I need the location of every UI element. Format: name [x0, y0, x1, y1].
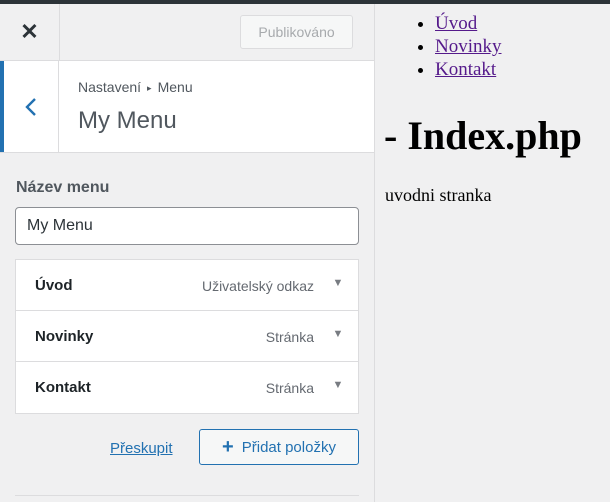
menu-item-type: Stránka	[265, 329, 314, 345]
menu-item-type: Uživatelský odkaz	[201, 278, 314, 294]
customizer-header: ✕ Publikováno	[0, 4, 374, 61]
arrow-down-icon[interactable]: ▼	[332, 328, 344, 340]
reorder-link[interactable]: Přeskupit	[110, 440, 173, 457]
menu-item[interactable]: Úvod Uživatelský odkaz ▼	[16, 260, 358, 311]
breadcrumb-current: Menu	[157, 79, 193, 95]
menu-item[interactable]: Kontakt Stránka ▼	[16, 362, 358, 413]
preview-nav-item: Novinky	[435, 35, 502, 58]
breadcrumb-parent: Nastavení	[78, 79, 142, 95]
menu-item-type: Stránka	[265, 380, 314, 396]
preview-nav-link[interactable]: Úvod	[435, 13, 477, 34]
menu-item-title: Kontakt	[35, 379, 91, 396]
preview-nav-item: Úvod	[435, 12, 502, 35]
arrow-down-icon[interactable]: ▼	[332, 277, 344, 289]
add-items-label: Přidat položky	[241, 438, 336, 456]
publish-button[interactable]: Publikováno	[240, 15, 353, 49]
section-header: Nastavení ▸ Menu My Menu	[0, 61, 374, 153]
customizer-sidebar: ✕ Publikováno Nastavení ▸ Menu My Menu Náz…	[0, 4, 375, 502]
preview-nav: Úvod Novinky Kontakt	[415, 12, 502, 81]
breadcrumb: Nastavení ▸ Menu	[78, 79, 193, 95]
divider	[15, 495, 359, 496]
section-title: My Menu	[78, 107, 177, 134]
menu-item-title: Novinky	[35, 328, 94, 345]
menu-item-title: Úvod	[35, 277, 73, 294]
arrow-down-icon[interactable]: ▼	[332, 379, 344, 391]
preview-nav-link[interactable]: Kontakt	[435, 59, 496, 80]
preview-body-text: uvodni stranka	[385, 185, 492, 205]
menu-name-label: Název menu	[16, 179, 110, 196]
back-button[interactable]	[0, 61, 59, 152]
menu-name-input[interactable]	[15, 207, 359, 245]
breadcrumb-separator: ▸	[147, 83, 152, 93]
site-preview: Úvod Novinky Kontakt - Index.php uvodni …	[375, 4, 610, 502]
add-items-button[interactable]: + Přidat položky	[199, 429, 359, 465]
chevron-left-icon	[25, 97, 36, 116]
preview-nav-link[interactable]: Novinky	[435, 36, 502, 57]
close-icon: ✕	[20, 19, 39, 44]
menu-items-list: Úvod Uživatelský odkaz ▼ Novinky Stránka…	[15, 259, 359, 414]
preview-heading: - Index.php	[384, 113, 582, 158]
menu-item[interactable]: Novinky Stránka ▼	[16, 311, 358, 362]
plus-icon: +	[222, 436, 234, 458]
preview-nav-item: Kontakt	[435, 58, 502, 81]
close-button[interactable]: ✕	[0, 4, 60, 60]
